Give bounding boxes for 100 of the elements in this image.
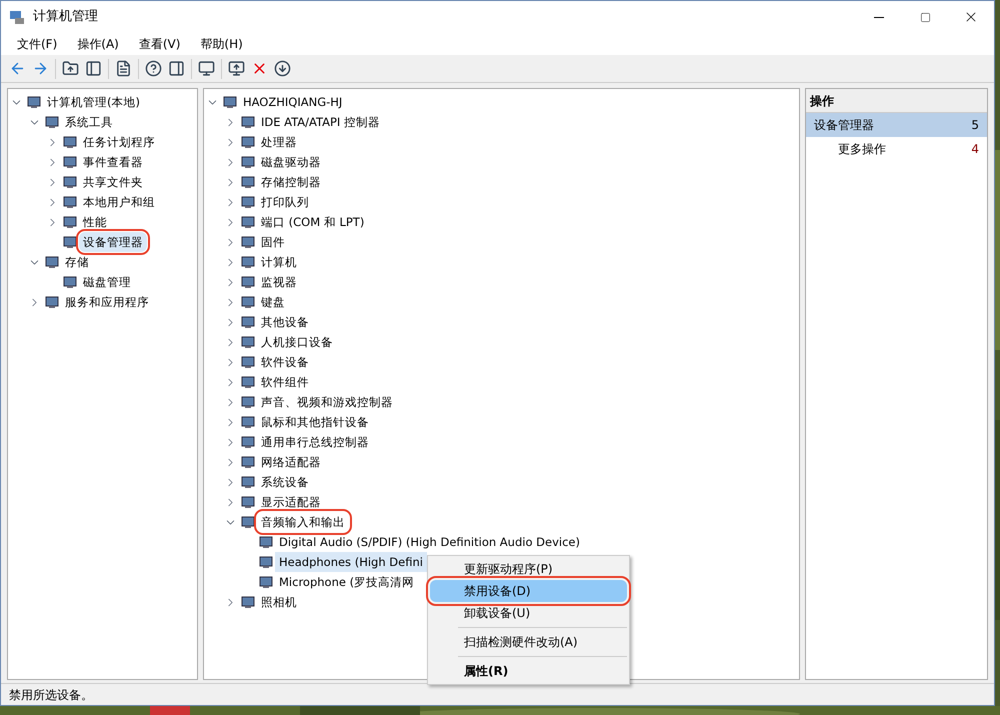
device-icon (240, 414, 256, 430)
device-icon (240, 474, 256, 490)
device-icon (240, 514, 256, 530)
tree-item[interactable]: 共享文件夹 (79, 172, 147, 192)
device-icon (62, 234, 78, 250)
context-menu-item[interactable]: 属性(R) (430, 660, 627, 682)
tree-item[interactable]: 其他设备 (257, 312, 313, 332)
tree-item[interactable]: 计算机 (257, 252, 301, 272)
tree-item[interactable]: Headphones (High Defini (275, 552, 427, 572)
tree-item[interactable]: 固件 (257, 232, 289, 252)
tree-item[interactable]: 通用串行总线控制器 (257, 432, 373, 452)
device-icon (240, 494, 256, 510)
device-icon (240, 254, 256, 270)
context-menu-item[interactable]: 扫描检测硬件改动(A) (430, 631, 627, 653)
tree-item[interactable]: 服务和应用程序 (61, 292, 153, 312)
device-icon (258, 534, 274, 550)
device-icon (240, 374, 256, 390)
tree-item[interactable]: 打印队列 (257, 192, 313, 212)
device-icon (240, 154, 256, 170)
document-icon[interactable] (115, 60, 132, 77)
tree-item[interactable]: HAOZHIQIANG-HJ (239, 92, 346, 112)
device-icon (240, 354, 256, 370)
device-icon (240, 114, 256, 130)
download-icon[interactable] (274, 60, 291, 77)
tree-item[interactable]: 鼠标和其他指针设备 (257, 412, 373, 432)
device-icon (258, 554, 274, 570)
tree-item[interactable]: 网络适配器 (257, 452, 325, 472)
tree-item[interactable]: 处理器 (257, 132, 301, 152)
device-icon (258, 574, 274, 590)
device-icon (62, 134, 78, 150)
tree-item[interactable]: 本地用户和组 (79, 192, 159, 212)
device-icon (240, 334, 256, 350)
menu-item[interactable]: 操作(A) (69, 35, 127, 53)
device-icon (26, 94, 42, 110)
context-menu-item[interactable]: 卸载设备(U) (430, 602, 627, 624)
device-icon (240, 214, 256, 230)
tree-item[interactable]: 系统工具 (61, 112, 117, 132)
tree-item[interactable]: 键盘 (257, 292, 289, 312)
window-title: 计算机管理 (33, 8, 98, 26)
help-icon[interactable] (145, 60, 162, 77)
action-item[interactable]: 更多操作 4 (806, 137, 987, 161)
panel-icon[interactable] (168, 60, 185, 77)
device-icon (44, 254, 60, 270)
tree-item[interactable]: Microphone (罗技高清网 (275, 572, 418, 592)
device-icon (240, 294, 256, 310)
tree-item[interactable]: 性能 (79, 212, 111, 232)
device-icon (240, 134, 256, 150)
tree-item[interactable]: 系统设备 (257, 472, 313, 492)
menu-item[interactable]: 帮助(H) (192, 35, 251, 53)
back-icon[interactable] (9, 60, 26, 77)
tree-item[interactable]: 人机接口设备 (257, 332, 337, 352)
tree-item[interactable]: 声音、视频和游戏控制器 (257, 392, 397, 412)
device-icon (62, 274, 78, 290)
context-menu-item[interactable]: 禁用设备(D) (430, 580, 627, 602)
tree-item[interactable]: 存储 (61, 252, 93, 272)
tree-item[interactable]: 显示适配器 (257, 492, 325, 512)
tree-item[interactable]: 设备管理器 (79, 232, 147, 252)
tree-item[interactable]: 监视器 (257, 272, 301, 292)
device-icon (240, 234, 256, 250)
device-icon (240, 594, 256, 610)
tree-item[interactable]: 音频输入和输出 (257, 512, 349, 532)
menu-item[interactable]: 文件(F) (9, 35, 66, 53)
tree-item[interactable]: 事件查看器 (79, 152, 147, 172)
device-icon (240, 434, 256, 450)
tree-item[interactable]: 软件组件 (257, 372, 313, 392)
device-icon (62, 214, 78, 230)
menu-item[interactable]: 查看(V) (130, 35, 188, 53)
tree-item[interactable]: 软件设备 (257, 352, 313, 372)
tree-item[interactable]: IDE ATA/ATAPI 控制器 (257, 112, 384, 132)
device-icon (240, 314, 256, 330)
tree-item[interactable]: 任务计划程序 (79, 132, 159, 152)
action-item[interactable]: 设备管理器 5 (806, 113, 987, 137)
device-icon (62, 174, 78, 190)
device-icon (240, 194, 256, 210)
device-icon (240, 174, 256, 190)
tree-item[interactable]: 计算机管理(本地) (43, 92, 144, 112)
device-icon (222, 94, 238, 110)
device-icon (44, 114, 60, 130)
context-menu-item[interactable]: 更新驱动程序(P) (430, 558, 627, 580)
device-icon (240, 394, 256, 410)
tree-item[interactable]: 磁盘驱动器 (257, 152, 325, 172)
device-icon (62, 154, 78, 170)
maximize-icon (920, 12, 930, 22)
device-icon (240, 274, 256, 290)
device-icon (44, 294, 60, 310)
tree-item[interactable]: 端口 (COM 和 LPT) (257, 212, 368, 232)
tree-item[interactable]: Digital Audio (S/PDIF) (High Definition Audio Device) (275, 532, 584, 552)
tree-item[interactable]: 磁盘管理 (79, 272, 135, 292)
monitor-icon[interactable] (198, 60, 215, 77)
device-icon (240, 454, 256, 470)
tree-item[interactable]: 照相机 (257, 592, 301, 612)
folder-up-icon[interactable] (62, 60, 79, 77)
tree-item[interactable]: 存储控制器 (257, 172, 325, 192)
minimize-icon (874, 16, 884, 18)
actions-header: 操作 (806, 89, 987, 113)
app-icon (9, 9, 25, 25)
device-icon (62, 194, 78, 210)
monitor-arrow-icon[interactable] (228, 60, 245, 77)
panel-icon[interactable] (85, 60, 102, 77)
forward-icon[interactable] (32, 60, 49, 77)
